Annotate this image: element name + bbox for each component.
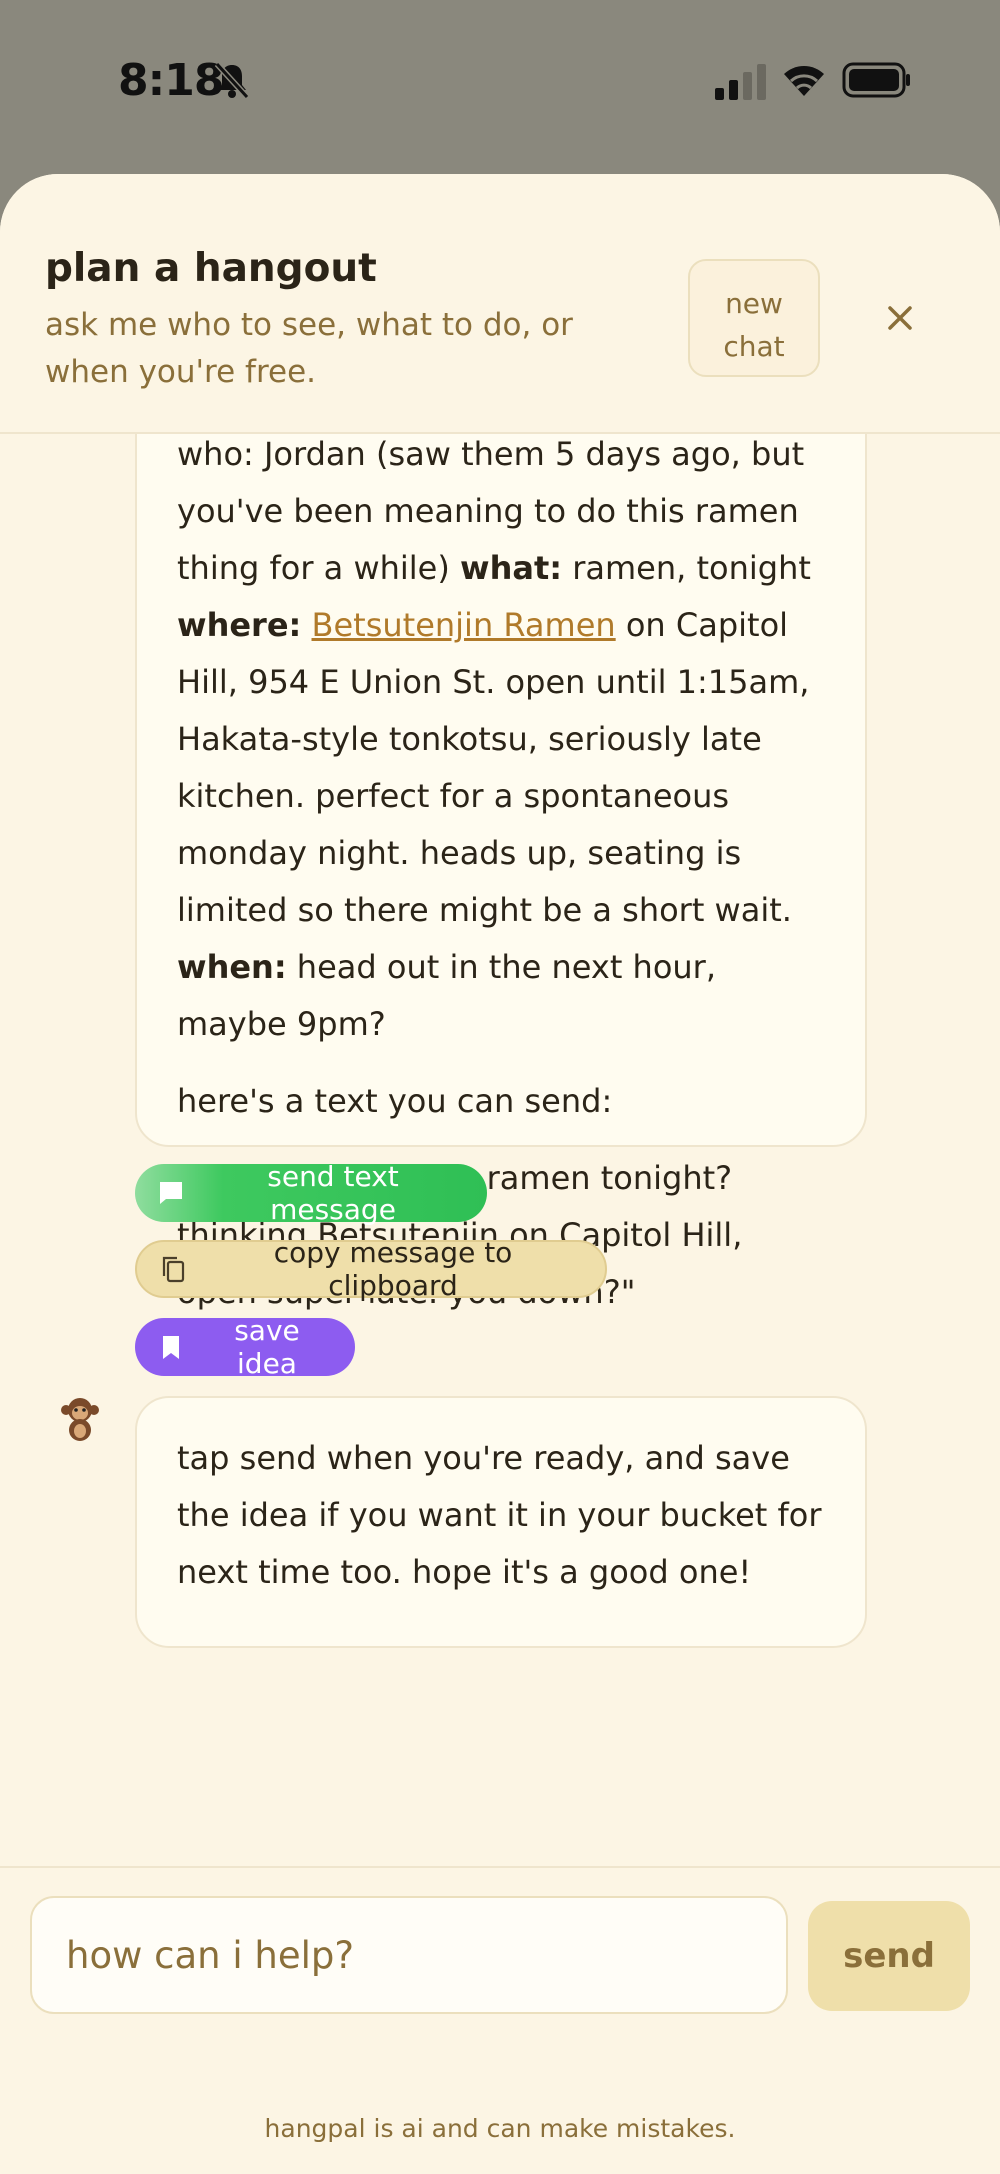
when-label: when:: [177, 948, 287, 986]
page-title: plan a hangout: [45, 246, 377, 291]
assistant-message: who: Jordan (saw them 5 days ago, but yo…: [135, 432, 867, 1311]
monkey-avatar-icon: [61, 1398, 99, 1441]
composer-divider: [0, 1866, 1000, 1868]
who-partial: who: Jordan (saw them 5 days ago, but: [177, 435, 805, 473]
send-text-message-button[interactable]: send text message: [135, 1160, 487, 1226]
where-text: on Capitol Hill, 954 E Union St. open un…: [177, 606, 810, 929]
send-button[interactable]: send: [808, 1901, 970, 2011]
message-list[interactable]: who: Jordan (saw them 5 days ago, but yo…: [0, 432, 1000, 2042]
chat-header: plan a hangout ask me who to see, what t…: [0, 174, 1000, 434]
message-input[interactable]: [30, 1896, 788, 2014]
restaurant-link[interactable]: Betsutenjin Ramen: [312, 606, 616, 644]
bell-slash-icon: [214, 61, 250, 100]
copy-message-button[interactable]: copy message to clipboard: [135, 1236, 607, 1302]
wifi-icon: [784, 66, 824, 96]
copy-icon: [162, 1256, 185, 1283]
status-time: 8:18: [118, 55, 224, 106]
assistant-message: tap send when you're ready, and save the…: [135, 1396, 867, 1648]
plan-details: who: Jordan (saw them 5 days ago, but yo…: [177, 432, 825, 1053]
page-subtitle: ask me who to see, what to do, or when y…: [45, 307, 573, 390]
ai-disclaimer: hangpal is ai and can make mistakes.: [264, 2114, 736, 2143]
draft-intro: here's a text you can send:: [177, 1082, 613, 1120]
copy-message-label: copy message to clipboard: [273, 1236, 513, 1302]
battery-icon: [842, 62, 910, 98]
save-idea-label: save idea: [234, 1314, 300, 1380]
followup-text: tap send when you're ready, and save the…: [177, 1439, 822, 1591]
what-label: what:: [460, 549, 563, 587]
send-text-message-label: send text message: [267, 1160, 399, 1226]
chat-sheet: plan a hangout ask me who to see, what t…: [0, 174, 1000, 2174]
bookmark-icon: [163, 1336, 179, 1359]
status-bar: 8:18: [0, 0, 1000, 170]
close-icon[interactable]: [880, 298, 920, 338]
new-chat-button[interactable]: new chat: [688, 259, 820, 377]
cellular-signal-icon: [715, 64, 766, 100]
where-label: where:: [177, 606, 302, 644]
what-text: ramen, tonight: [572, 549, 811, 587]
message-bubble-icon: [160, 1182, 182, 1204]
save-idea-button[interactable]: save idea: [135, 1314, 355, 1380]
